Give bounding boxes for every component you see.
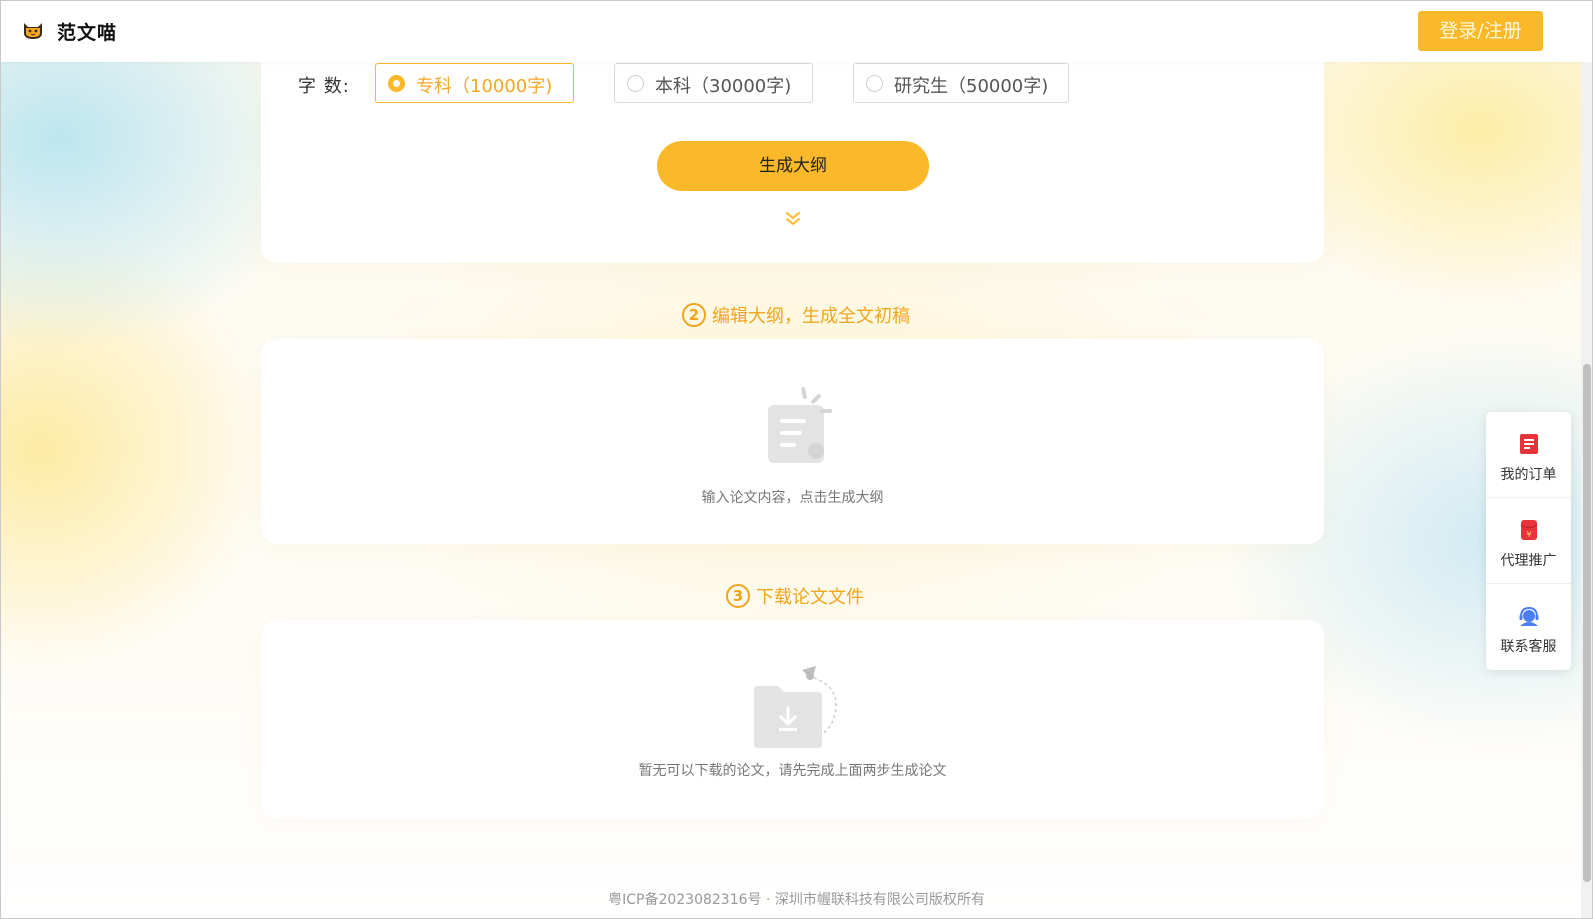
side-item-agent-promotion[interactable]: ¥ 代理推广	[1486, 498, 1571, 584]
word-count-option-label: 研究生（50000字)	[894, 76, 1049, 97]
word-count-option-bachelor[interactable]: 本科（30000字)	[614, 63, 813, 103]
double-chevron-down-icon	[786, 212, 800, 226]
step-number-badge: 2	[682, 303, 706, 327]
word-count-option-graduate[interactable]: 研究生（50000字)	[853, 63, 1069, 103]
svg-text:¥: ¥	[1526, 530, 1531, 539]
side-item-label: 代理推广	[1500, 553, 1557, 569]
footer-copyright[interactable]: 粤ICP备2023082316号 · 深圳市幄联科技有限公司版权所有	[0, 889, 1593, 909]
side-item-customer-service[interactable]: 联系客服	[1486, 584, 1571, 670]
word-count-option-label: 本科（30000字)	[655, 76, 792, 97]
outline-empty-message: 输入论文内容，点击生成大纲	[701, 490, 884, 506]
top-header: 范文喵 登录/注册	[0, 0, 1593, 62]
side-item-label: 我的订单	[1500, 467, 1557, 483]
word-count-option-associate[interactable]: 专科（10000字)	[375, 63, 574, 103]
scrollbar-thumb[interactable]	[1583, 364, 1591, 882]
order-icon	[1520, 434, 1538, 454]
word-count-label: 字 数:	[298, 76, 350, 97]
side-item-label: 联系客服	[1500, 639, 1557, 655]
app-name[interactable]: 范文喵	[57, 18, 117, 45]
radio-button-icon	[388, 75, 405, 92]
radio-button-icon	[866, 75, 883, 92]
step-title-text: 编辑大纲，生成全文初稿	[712, 306, 910, 327]
folder-download-empty-icon	[754, 666, 837, 748]
vertical-scrollbar[interactable]	[1581, 62, 1593, 919]
step-title-text: 下载论文文件	[756, 587, 864, 608]
word-count-option-label: 专科（10000字)	[416, 76, 553, 97]
radio-button-icon	[627, 75, 644, 92]
cat-logo-icon	[24, 23, 42, 39]
document-empty-icon	[768, 387, 832, 463]
step-2-title: 2 编辑大纲，生成全文初稿	[682, 301, 910, 329]
side-floating-panel: 我的订单 ¥ 代理推广 联系客服	[1486, 412, 1571, 670]
customer-service-icon	[1519, 606, 1539, 626]
red-envelope-icon: ¥	[1520, 520, 1538, 540]
generate-outline-button[interactable]: 生成大纲	[657, 141, 929, 191]
download-empty-message: 暂无可以下载的论文，请先完成上面两步生成论文	[638, 763, 947, 779]
side-item-my-orders[interactable]: 我的订单	[1486, 412, 1571, 498]
login-register-button[interactable]: 登录/注册	[1418, 11, 1543, 51]
step-number-badge: 3	[726, 584, 750, 608]
step-3-title: 3 下载论文文件	[726, 582, 864, 610]
